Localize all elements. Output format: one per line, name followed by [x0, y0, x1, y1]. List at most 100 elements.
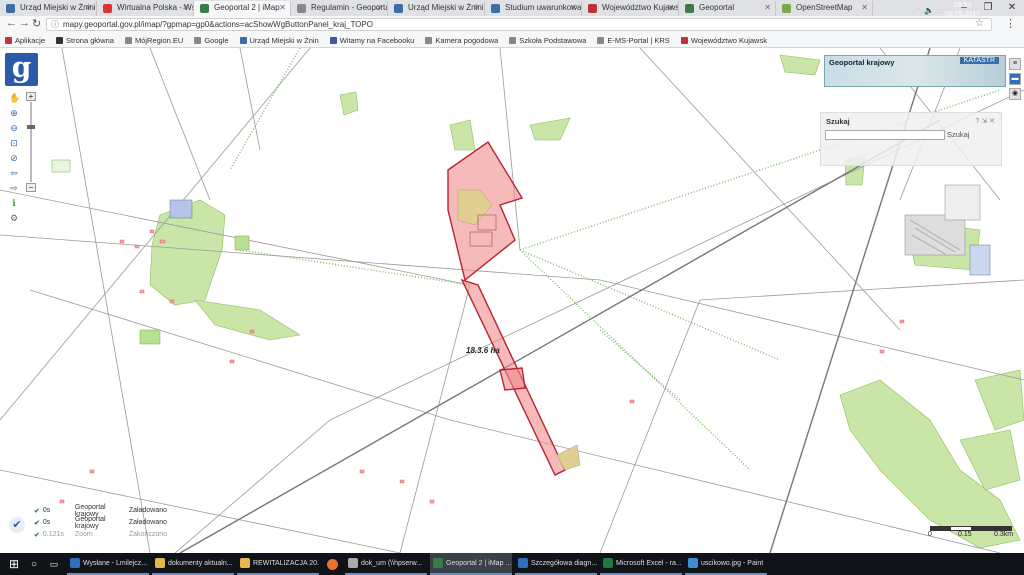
zoom-minus-button[interactable]: −: [26, 183, 36, 192]
tab-close-icon[interactable]: ✕: [764, 3, 771, 12]
search-input[interactable]: [825, 130, 945, 140]
field: [51, 159, 71, 173]
info-tool-icon[interactable]: ℹ: [9, 197, 19, 209]
layer-panel[interactable]: Geoportal krajowy KATASTR: [824, 55, 1006, 87]
taskbar-app-icon: [518, 558, 528, 568]
tab-close-icon[interactable]: ✕: [473, 3, 480, 12]
browser-tab[interactable]: Geoportal ✕: [679, 1, 776, 16]
close-icon[interactable]: ✕: [1000, 0, 1024, 16]
bookmark-item[interactable]: Kamera pogodowa: [425, 33, 498, 47]
bookmark-item[interactable]: Urząd Miejski w Żnin: [239, 33, 319, 47]
check-icon: ✔: [34, 507, 40, 515]
bookmark-item[interactable]: MójRegion.EU: [124, 33, 183, 47]
clock[interactable]: 08:53 08.05.2017: [945, 1, 980, 19]
bookmark-icon: [5, 36, 12, 44]
bookmark-icon: [509, 36, 517, 44]
bookmark-item[interactable]: Aplikacje: [5, 33, 45, 47]
tab-close-icon[interactable]: ✕: [182, 3, 189, 12]
search-icon[interactable]: ○: [24, 559, 44, 570]
forward-icon[interactable]: →: [19, 17, 30, 29]
task-view-icon[interactable]: ▭: [44, 559, 64, 570]
measure-icon[interactable]: ⊘: [9, 152, 19, 164]
tab-close-icon[interactable]: ✕: [861, 3, 868, 12]
browser-tab[interactable]: Regulamin - Geoportal ✕: [291, 1, 388, 16]
search-button[interactable]: Szukaj: [947, 130, 970, 139]
search-panel: Szukaj ? ⇲ ✕ Szukaj: [820, 112, 1002, 166]
browser-tab[interactable]: Urząd Miejski w Żninie ✕: [388, 1, 485, 16]
bookmark-label: E-MS-Portal | KRS: [607, 35, 670, 45]
tab-close-icon[interactable]: ✕: [85, 3, 92, 12]
zoom-box-icon[interactable]: ⊡: [9, 137, 19, 149]
browser-tab[interactable]: Wirtualna Polska - Wsz ✕: [97, 1, 194, 16]
settings-icon[interactable]: ⚙: [9, 212, 19, 224]
tab-favicon-icon: [588, 4, 597, 13]
browser-tab[interactable]: Studium uwarunkowań ✕: [485, 1, 582, 16]
browser-menu-icon[interactable]: ⋮: [1005, 17, 1016, 30]
tab-close-icon[interactable]: ✕: [376, 3, 383, 12]
taskbar-item[interactable]: Wysłane - Lmilejcz...: [67, 553, 149, 575]
firefox-logo-icon: [326, 558, 338, 570]
tab-favicon-icon: [103, 4, 112, 13]
taskbar-item-label: dokumenty aktualn...: [168, 559, 233, 567]
taskbar-item[interactable]: uscikowo.jpg - Paint: [685, 553, 767, 575]
url-input[interactable]: ⓘ mapy.geoportal.gov.pl/imap/?gpmap=gp0&…: [46, 18, 992, 31]
check-icon: ✔: [34, 531, 40, 539]
taskbar-item[interactable]: dok_um (\\hpserw...: [345, 553, 427, 575]
pond: [339, 91, 359, 116]
zoom-thumb[interactable]: [27, 125, 35, 129]
zoom-track[interactable]: [30, 102, 32, 182]
bookmark-icon: [597, 36, 605, 44]
windows-start-icon[interactable]: ⊞: [4, 553, 24, 575]
reload-icon[interactable]: ↻: [32, 17, 41, 30]
bookmark-item[interactable]: Witamy na Facebooku: [329, 33, 414, 47]
cadastre-badge[interactable]: KATASTR: [959, 57, 999, 64]
bookmark-label: Kamera pogodowa: [435, 35, 499, 45]
taskbar-item[interactable]: dokumenty aktualn...: [152, 553, 234, 575]
browser-tab[interactable]: OpenStreetMap ✕: [776, 1, 873, 16]
system-tray-icons[interactable]: ⌃ 🔈 ▭: [915, 6, 944, 15]
taskbar-item[interactable]: REWITALIZACJA 20...: [237, 553, 319, 575]
taskbar-item-label: Microsoft Excel - ra...: [616, 559, 682, 567]
taskbar-item[interactable]: Geoportal 2 | iMap ...: [430, 553, 512, 575]
bookmark-label: Strona główna: [66, 35, 114, 45]
panel-controls-icon[interactable]: ? ⇲ ✕: [975, 117, 995, 125]
zoom-in-icon[interactable]: ⊕: [9, 107, 19, 119]
zoom-plus-button[interactable]: +: [26, 92, 36, 101]
pan-hand-icon[interactable]: ✋: [9, 92, 20, 104]
road: [0, 48, 311, 421]
bookmark-item[interactable]: Województwo Kujawsk: [680, 33, 767, 47]
bookmark-item[interactable]: Szkoła Podstawowa: [509, 33, 586, 47]
layers-icon[interactable]: ≡: [1009, 58, 1021, 70]
taskbar-item[interactable]: Szczegółowa diagn...: [515, 553, 597, 575]
bookmark-icon: [329, 36, 337, 44]
bookmark-item[interactable]: E-MS-Portal | KRS: [597, 33, 670, 47]
back-icon[interactable]: ←: [6, 17, 17, 29]
next-view-icon[interactable]: ⇨: [9, 182, 19, 194]
eye-icon[interactable]: ◉: [1009, 88, 1021, 100]
info-icon[interactable]: ⓘ: [51, 19, 59, 31]
taskbar-app-icon: [240, 558, 250, 568]
geoportal-logo[interactable]: g: [5, 53, 38, 86]
status-check-icon[interactable]: ✔: [9, 517, 25, 533]
bookmark-item[interactable]: Google: [194, 33, 229, 47]
browser-tab[interactable]: Geoportal 2 | iMap ✕: [194, 1, 291, 16]
bookmark-icon: [124, 36, 132, 44]
tab-label: Geoportal 2 | iMap: [214, 3, 280, 12]
browser-tab[interactable]: Urząd Miejski w Żninie ✕: [0, 1, 97, 16]
tab-close-icon[interactable]: ✕: [279, 3, 286, 12]
taskbar-item[interactable]: Microsoft Excel - ra...: [600, 553, 682, 575]
main-road: [179, 119, 941, 553]
firefox-icon[interactable]: [322, 553, 342, 575]
bookmark-label: Aplikacje: [15, 35, 46, 45]
bookmark-star-icon[interactable]: ☆: [975, 18, 984, 29]
tab-favicon-icon: [297, 4, 306, 13]
chat-icon[interactable]: ▬: [1009, 73, 1021, 85]
zoom-out-icon[interactable]: ⊖: [9, 122, 19, 134]
browser-tab[interactable]: Województwo Kujawsk ✕: [582, 1, 679, 16]
previous-view-icon[interactable]: ⇦: [9, 167, 19, 179]
tab-close-icon[interactable]: ✕: [570, 3, 577, 12]
zoom-slider[interactable]: + −: [26, 92, 36, 192]
tab-close-icon[interactable]: ✕: [667, 3, 674, 12]
bookmark-item[interactable]: Strona główna: [56, 33, 114, 47]
bookmark-label: Google: [204, 35, 229, 45]
